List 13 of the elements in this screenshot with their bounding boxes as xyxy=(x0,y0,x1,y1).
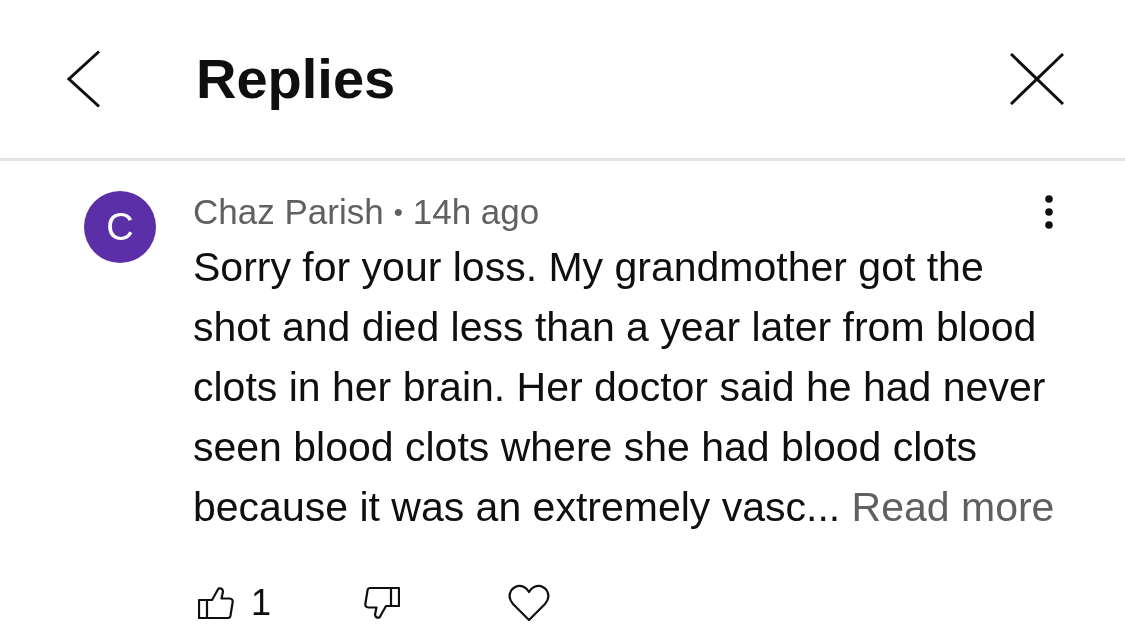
close-icon xyxy=(1010,53,1064,105)
meta-separator: • xyxy=(393,196,403,229)
comment-text: Sorry for your loss. My grandmother got the shot and died less than a year later from blood clots in her brain. Her doctor said he had never seen blood clots where she had blood clots because it was an extremely vasc... Read more xyxy=(193,243,1056,532)
heart-icon xyxy=(508,584,551,622)
timestamp: 14h ago xyxy=(412,191,540,233)
like-count: 1 xyxy=(251,583,272,623)
thumbs-up-icon xyxy=(198,586,234,620)
read-more-link[interactable]: Read more xyxy=(851,484,1055,530)
thumbs-down-icon xyxy=(364,586,401,620)
vertical-dots-icon xyxy=(1045,195,1053,229)
user-avatar: C xyxy=(84,191,156,263)
author-name: Chaz Parish xyxy=(193,191,384,233)
chevron-left-icon xyxy=(67,50,101,108)
